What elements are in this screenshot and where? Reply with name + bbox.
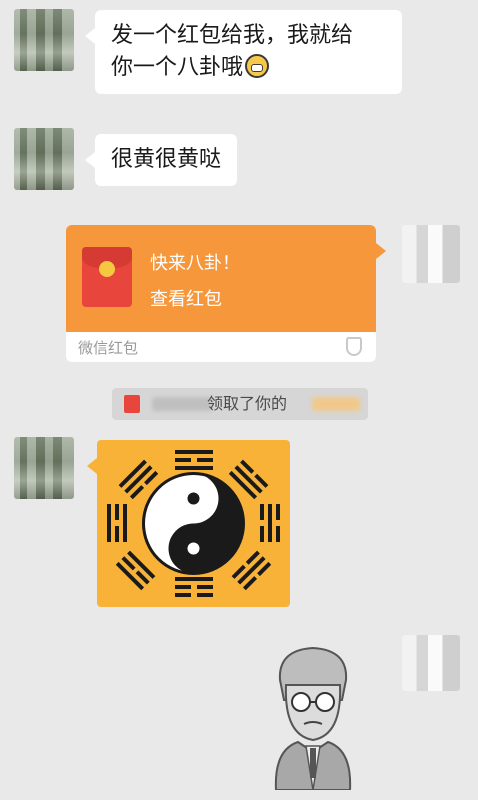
red-packet-claimed-notice: 领取了你的 bbox=[112, 388, 368, 420]
red-packet-body: 快来八卦！ 查看红包 bbox=[66, 225, 386, 332]
red-packet-card[interactable]: 快来八卦！ 查看红包 微信红包 bbox=[66, 225, 386, 362]
red-packet-subtitle: 查看红包 bbox=[150, 289, 222, 310]
contact-avatar-3[interactable] bbox=[14, 437, 74, 499]
contact-avatar-1[interactable] bbox=[14, 9, 74, 71]
red-envelope-mini-icon bbox=[124, 395, 140, 413]
grinning-emoji-icon bbox=[245, 54, 270, 78]
shield-icon bbox=[346, 337, 362, 356]
message-line: 你一个八卦哦 bbox=[111, 52, 386, 84]
red-packet-footer: 微信红包 bbox=[66, 332, 376, 362]
cartoon-old-man-sticker[interactable] bbox=[258, 640, 368, 790]
message-bubble-2[interactable]: 很黄很黄哒 bbox=[84, 134, 238, 186]
my-avatar-2[interactable] bbox=[402, 635, 460, 691]
message-line: 发一个红包给我，我就给 bbox=[111, 23, 354, 48]
blurred-link bbox=[312, 397, 360, 411]
message-bubble-1[interactable]: 发一个红包给我，我就给 你一个八卦哦 bbox=[85, 10, 402, 94]
red-envelope-icon bbox=[82, 247, 132, 307]
notice-text: 领取了你的 bbox=[207, 394, 288, 413]
my-avatar[interactable] bbox=[402, 225, 460, 283]
bagua-yin-yang-icon bbox=[107, 450, 280, 597]
blurred-name bbox=[152, 397, 212, 411]
red-packet-label: 微信红包 bbox=[78, 339, 139, 357]
message-text: 很黄很黄哒 bbox=[111, 147, 222, 172]
contact-avatar-2[interactable] bbox=[14, 128, 74, 190]
bagua-image-message[interactable] bbox=[87, 440, 290, 607]
red-packet-title: 快来八卦！ bbox=[150, 253, 240, 274]
